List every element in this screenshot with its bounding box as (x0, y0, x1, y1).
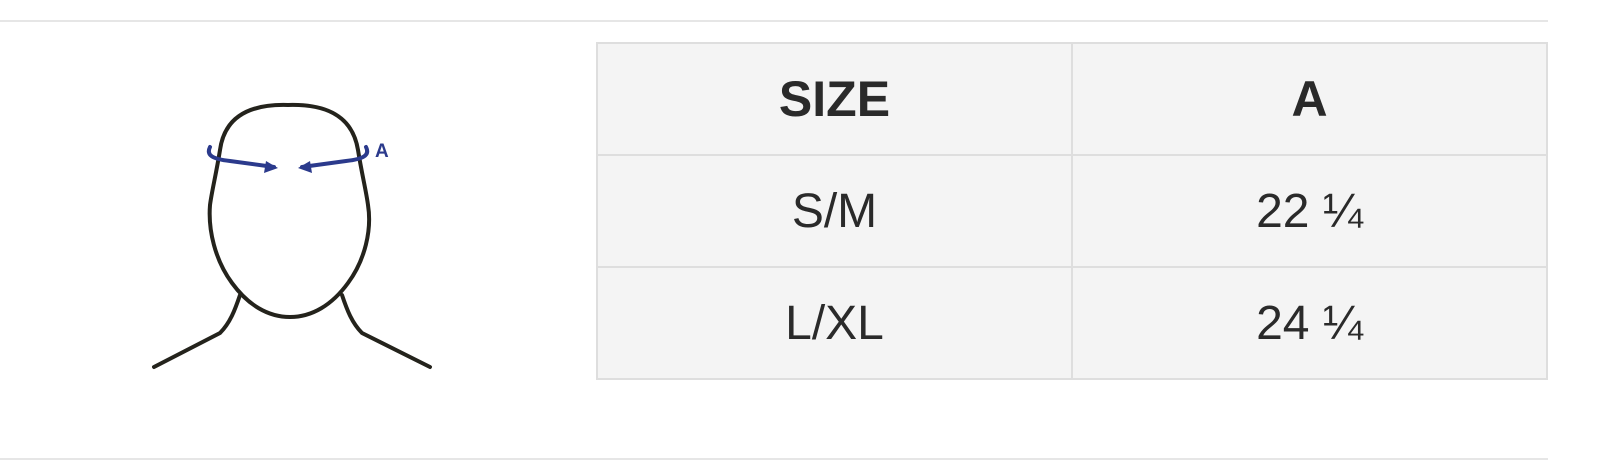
measurement-cell: 22 ¼ (1071, 154, 1548, 268)
table-header-row: SIZE A (596, 42, 1548, 156)
column-header-size: SIZE (596, 42, 1073, 156)
measurement-label: A (375, 141, 389, 162)
head-measurement-diagram: A (150, 95, 440, 380)
bottom-divider (0, 458, 1548, 460)
table-row: S/M 22 ¼ (596, 154, 1548, 268)
head-outline-icon: A (152, 102, 432, 369)
top-divider (0, 20, 1548, 22)
size-table: SIZE A S/M 22 ¼ L/XL 24 ¼ (596, 42, 1548, 380)
size-cell: L/XL (596, 266, 1073, 380)
column-header-a: A (1071, 42, 1548, 156)
size-cell: S/M (596, 154, 1073, 268)
measurement-cell: 24 ¼ (1071, 266, 1548, 380)
size-chart-section: A SIZE A S/M 22 ¼ L/XL 24 ¼ (0, 0, 1600, 467)
table-row: L/XL 24 ¼ (596, 266, 1548, 380)
